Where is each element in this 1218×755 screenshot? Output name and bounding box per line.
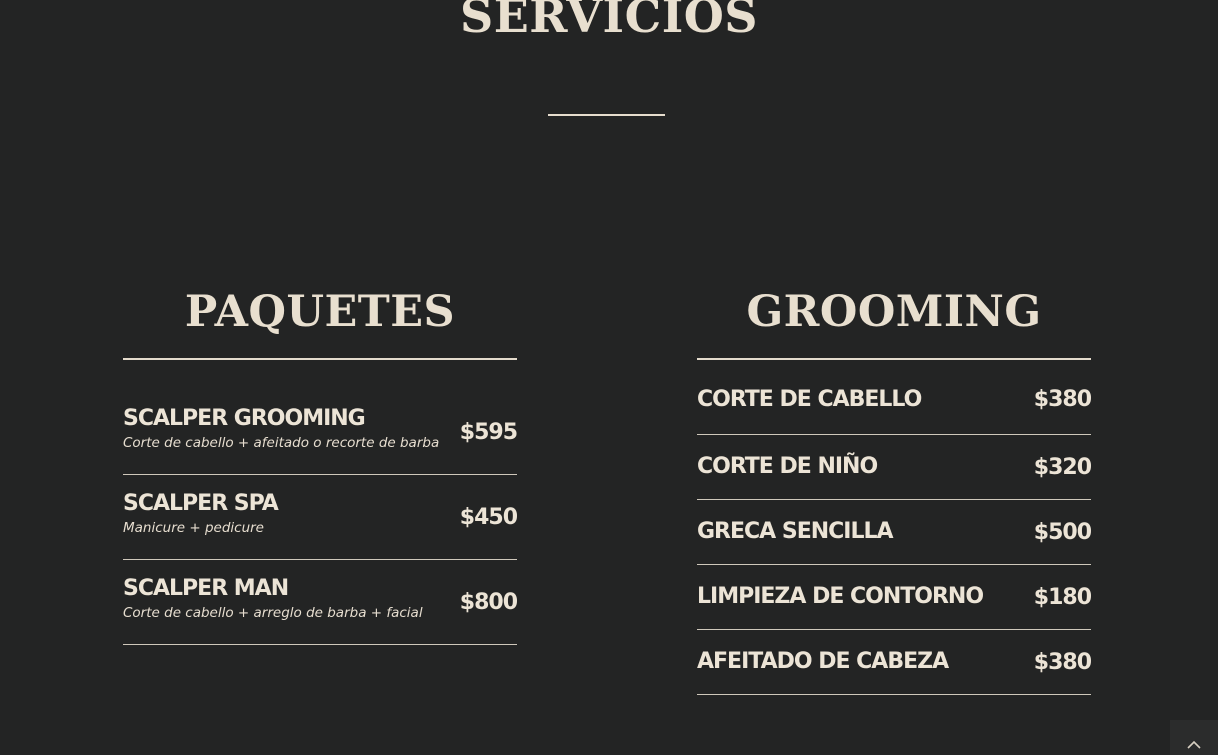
service-name: SCALPER GROOMING — [123, 405, 366, 431]
scroll-to-top-button[interactable] — [1170, 720, 1218, 755]
paquetes-divider — [123, 358, 517, 360]
list-item: CORTE DE NIÑO $320 — [697, 435, 1092, 500]
list-item: LIMPIEZA DE CONTORNO $180 — [697, 565, 1092, 630]
page-title: SERVICIOS — [460, 0, 758, 43]
service-price: $180 — [1033, 584, 1092, 610]
service-price: $450 — [459, 504, 518, 530]
chevron-up-icon — [1187, 740, 1201, 749]
heading-divider — [548, 114, 665, 116]
service-price: $800 — [459, 589, 518, 615]
service-name: AFEITADO DE CABEZA — [697, 649, 949, 674]
service-description: Corte de cabello + arreglo de barba + fa… — [123, 604, 423, 621]
list-item: SCALPER SPA Manicure + pedicure $450 — [123, 475, 518, 560]
list-item: AFEITADO DE CABEZA $380 — [697, 630, 1092, 695]
service-description: Manicure + pedicure — [123, 519, 264, 536]
service-price: $320 — [1033, 454, 1092, 480]
service-name: SCALPER MAN — [123, 575, 289, 601]
grooming-divider — [697, 358, 1091, 360]
list-item: GRECA SENCILLA $500 — [697, 500, 1092, 565]
service-price: $500 — [1033, 519, 1092, 545]
paquetes-list: SCALPER GROOMING Corte de cabello + afei… — [123, 390, 518, 645]
service-name: GRECA SENCILLA — [697, 519, 894, 544]
service-name: CORTE DE NIÑO — [697, 454, 878, 479]
grooming-title: GROOMING — [746, 287, 1042, 337]
list-item: SCALPER MAN Corte de cabello + arreglo d… — [123, 560, 518, 645]
service-name: LIMPIEZA DE CONTORNO — [697, 584, 984, 609]
paquetes-title: PAQUETES — [184, 287, 456, 337]
service-price: $595 — [459, 419, 518, 445]
list-item: CORTE DE CABELLO $380 — [697, 387, 1092, 435]
service-name: CORTE DE CABELLO — [697, 387, 922, 412]
service-price: $380 — [1033, 387, 1092, 412]
service-name: SCALPER SPA — [123, 490, 279, 516]
service-price: $380 — [1033, 649, 1092, 675]
grooming-section: GROOMING CORTE DE CABELLO $380 CORTE DE … — [697, 280, 1092, 695]
paquetes-section: PAQUETES SCALPER GROOMING Corte de cabel… — [123, 280, 518, 645]
list-item: SCALPER GROOMING Corte de cabello + afei… — [123, 390, 518, 475]
service-description: Corte de cabello + afeitado o recorte de… — [123, 434, 440, 451]
grooming-list: CORTE DE CABELLO $380 CORTE DE NIÑO $320… — [697, 387, 1092, 695]
